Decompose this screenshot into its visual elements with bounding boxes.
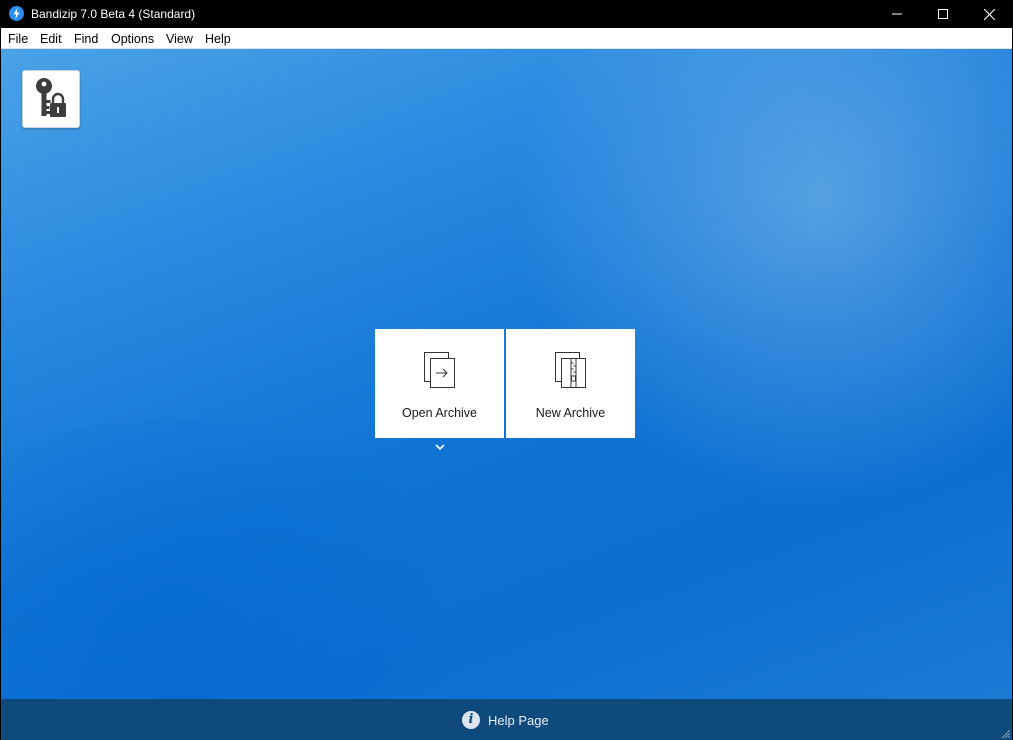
password-manager-button[interactable] (22, 70, 80, 128)
footer-bar: i Help Page (1, 699, 1012, 740)
key-lock-icon (36, 78, 66, 117)
close-icon (983, 8, 995, 20)
help-page-link[interactable]: i Help Page (462, 710, 549, 730)
menu-find[interactable]: Find (74, 31, 98, 47)
start-screen: Open Archive New Archive (1, 49, 1012, 699)
app-window: Bandizip 7.0 Beta 4 (Standard) File Edit… (0, 0, 1013, 740)
new-archive-label: New Archive (535, 406, 606, 420)
info-icon: i (462, 711, 480, 729)
window-title: Bandizip 7.0 Beta 4 (Standard) (31, 7, 196, 21)
maximize-icon (938, 9, 948, 19)
close-button[interactable] (966, 0, 1012, 28)
menu-edit[interactable]: Edit (40, 31, 62, 47)
help-page-label: Help Page (488, 712, 549, 728)
open-archive-button[interactable]: Open Archive (375, 329, 504, 438)
bandizip-app-icon[interactable] (9, 6, 24, 21)
resize-grip-icon[interactable] (1000, 728, 1010, 738)
new-archive-button[interactable]: New Archive (506, 329, 635, 438)
menu-bar: File Edit Find Options View Help (1, 28, 1012, 49)
title-bar[interactable]: Bandizip 7.0 Beta 4 (Standard) (0, 0, 1013, 28)
chevron-down-icon[interactable] (433, 442, 447, 452)
open-archive-icon (424, 352, 455, 388)
menu-view[interactable]: View (166, 31, 193, 47)
new-archive-icon (555, 352, 586, 388)
menu-file[interactable]: File (8, 31, 28, 47)
menu-help[interactable]: Help (205, 31, 231, 47)
open-archive-label: Open Archive (401, 406, 478, 420)
menu-options[interactable]: Options (111, 31, 154, 47)
minimize-button[interactable] (874, 0, 920, 28)
minimize-icon (892, 13, 902, 15)
maximize-button[interactable] (920, 0, 966, 28)
